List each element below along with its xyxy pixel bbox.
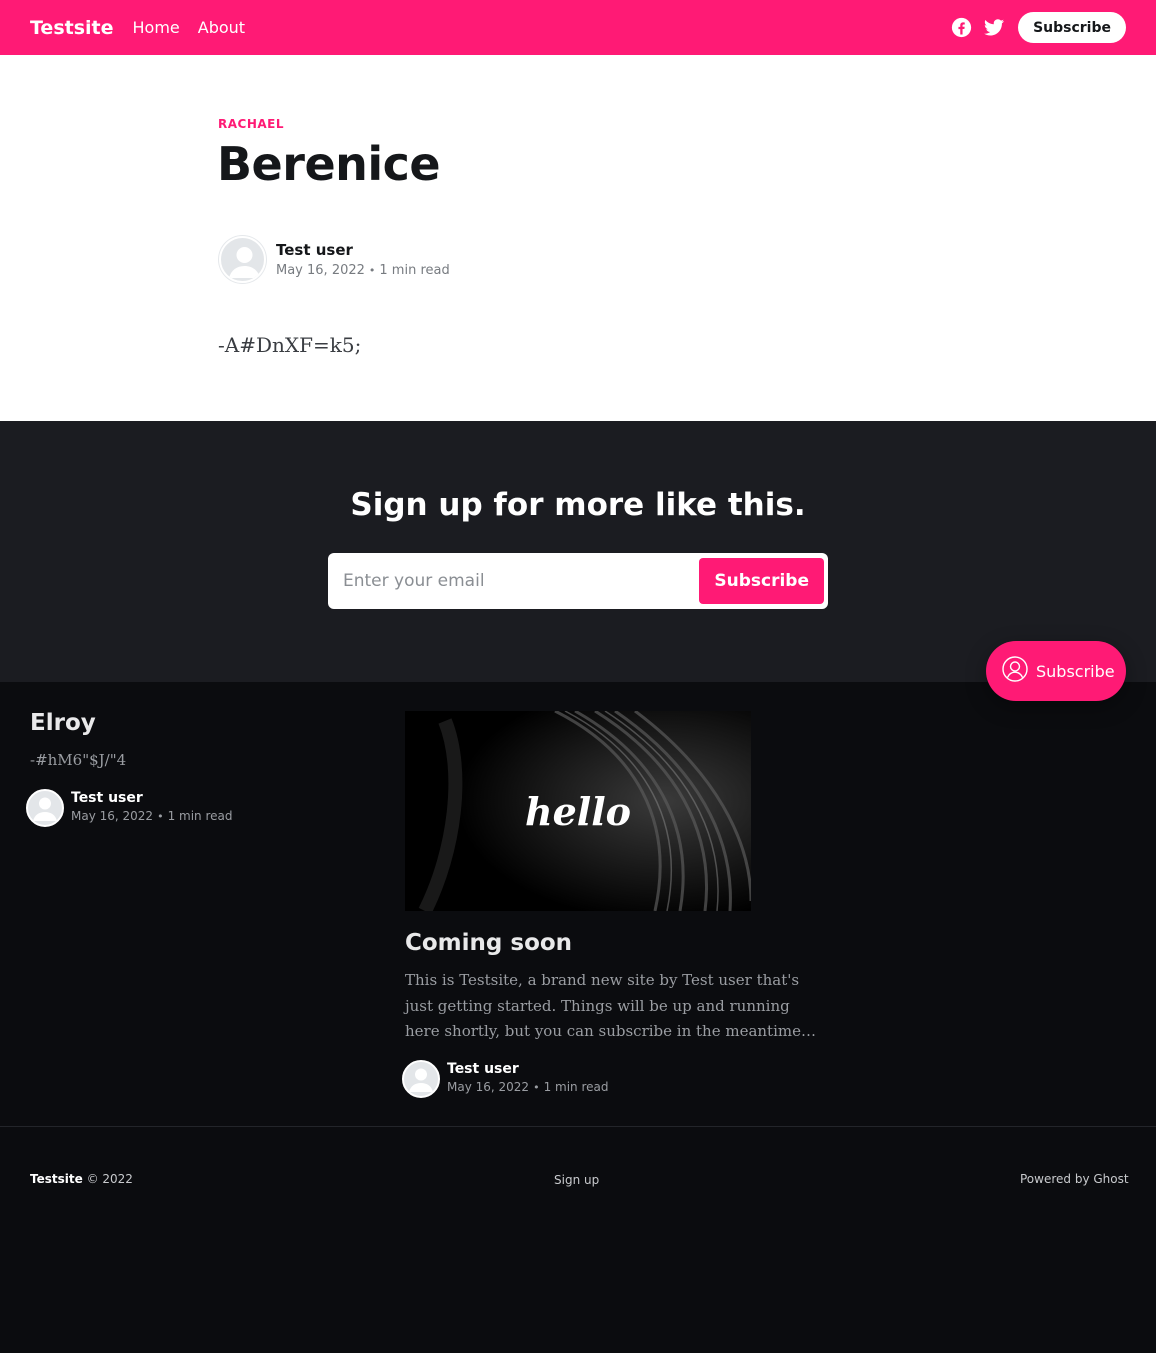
article: RACHAEL Berenice Test user May 16, 2022 •…	[0, 55, 1156, 421]
post-author-name[interactable]: Test user	[71, 790, 143, 806]
article-body: -A#DnXF=k5;	[218, 333, 362, 357]
header-subscribe-button[interactable]: Subscribe	[1018, 12, 1126, 43]
footer-copyright: Testsite © 2022	[30, 1172, 133, 1186]
portal-subscribe-button[interactable]: Subscribe	[986, 641, 1126, 701]
powered-by-link[interactable]: Powered by Ghost	[1020, 1172, 1129, 1186]
footer-signup-link[interactable]: Sign up	[554, 1173, 599, 1187]
copyright-text: © 2022	[82, 1172, 133, 1186]
article-title: Berenice	[217, 137, 441, 191]
facebook-icon[interactable]	[950, 17, 972, 39]
article-tag[interactable]: RACHAEL	[218, 117, 284, 131]
post-reading-time: 1 min read	[543, 1080, 609, 1094]
post-card-title[interactable]: Coming soon	[405, 930, 572, 956]
post-reading-time: 1 min read	[167, 809, 233, 823]
meta-separator: •	[157, 810, 164, 823]
post-meta: May 16, 2022 • 1 min read	[71, 809, 232, 823]
post-date: May 16, 2022	[71, 809, 154, 823]
portal-label: Subscribe	[1036, 661, 1115, 681]
post-card-title[interactable]: Elroy	[30, 710, 96, 736]
author-avatar[interactable]	[219, 236, 266, 283]
post-card-image[interactable]: hello	[405, 711, 751, 911]
footer-divider	[0, 1126, 1156, 1127]
signup-cta: Sign up for more like this. Subscribe	[0, 421, 1156, 682]
meta-separator: •	[368, 264, 376, 277]
user-circle-icon	[1002, 656, 1028, 686]
footer-site-title[interactable]: Testsite	[30, 1172, 83, 1186]
site-logo[interactable]: Testsite	[30, 17, 114, 39]
site-header: Testsite Home About Subscribe	[0, 0, 1156, 55]
nav-about[interactable]: About	[198, 18, 245, 37]
signup-form: Subscribe	[328, 553, 828, 609]
excerpt-line: here shortly, but you can subscribe in t…	[405, 1022, 816, 1040]
post-card-excerpt: -#hM6"$J/"4	[30, 751, 127, 769]
email-input[interactable]	[332, 571, 700, 591]
post-image-text: hello	[525, 789, 631, 834]
article-date: May 16, 2022	[276, 263, 365, 278]
cta-title: Sign up for more like this.	[350, 487, 806, 523]
author-name[interactable]: Test user	[276, 241, 353, 259]
excerpt-line: This is Testsite, a brand new site by Te…	[405, 971, 800, 989]
post-date: May 16, 2022	[447, 1080, 530, 1094]
post-card-excerpt: This is Testsite, a brand new site by Te…	[405, 968, 816, 1045]
excerpt-line: just getting started. Things will be up …	[405, 996, 790, 1015]
post-author-avatar[interactable]	[402, 1060, 440, 1098]
post-author-name[interactable]: Test user	[447, 1061, 519, 1077]
twitter-icon[interactable]	[983, 17, 1005, 39]
nav-home[interactable]: Home	[133, 18, 180, 37]
cta-subscribe-button[interactable]: Subscribe	[699, 558, 824, 604]
reading-time: 1 min read	[379, 263, 450, 278]
article-meta: May 16, 2022 • 1 min read	[276, 263, 450, 278]
header-actions: Subscribe	[950, 12, 1126, 43]
post-meta: May 16, 2022 • 1 min read	[447, 1080, 608, 1094]
post-author-avatar[interactable]	[26, 789, 64, 827]
meta-separator: •	[533, 1081, 540, 1094]
